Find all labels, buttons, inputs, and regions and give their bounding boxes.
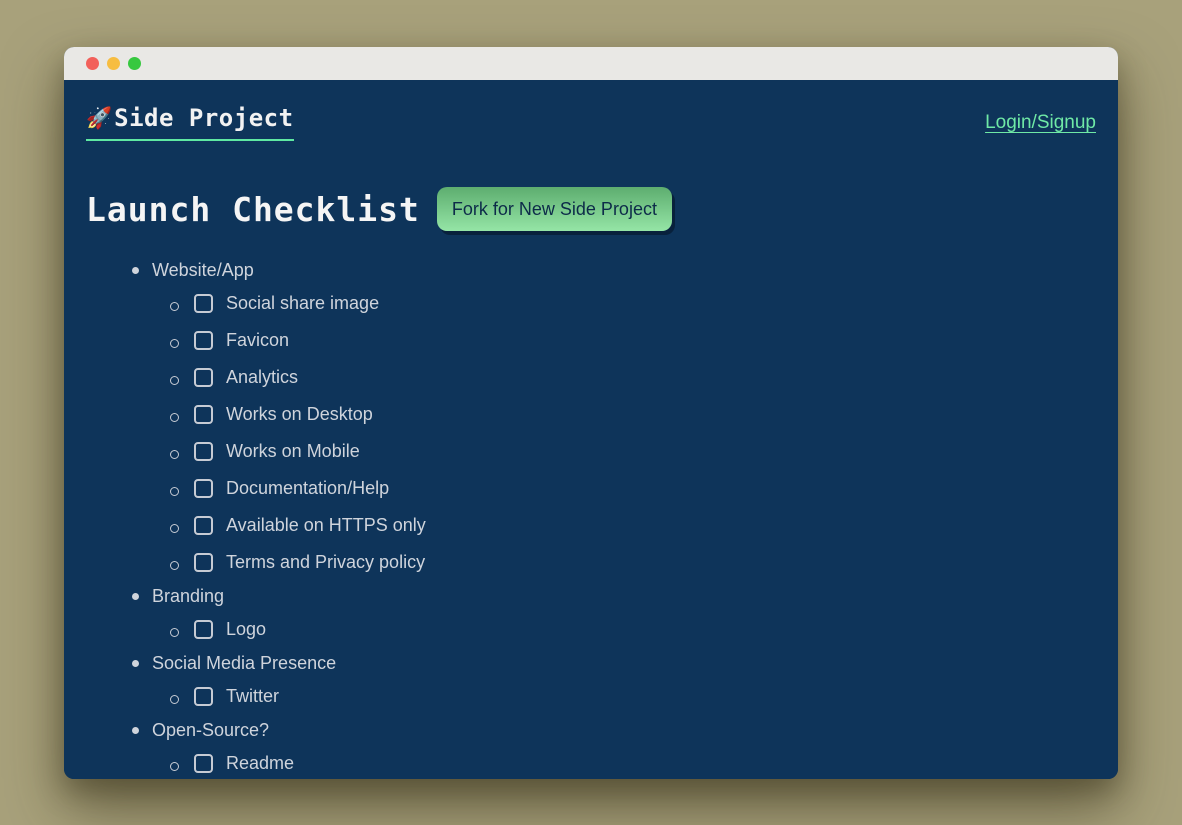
item-checkbox[interactable] (194, 479, 213, 498)
item-checkbox[interactable] (194, 754, 213, 773)
item-checkbox[interactable] (194, 368, 213, 387)
checklist-item-row: Works on Desktop (170, 396, 1096, 433)
checklist-item-row: Analytics (170, 359, 1096, 396)
traffic-lights (86, 57, 141, 70)
fork-project-button[interactable]: Fork for New Side Project (436, 187, 672, 231)
item-label: Twitter (226, 686, 280, 706)
site-logo-text: Side Project (114, 104, 294, 132)
item-checkbox[interactable] (194, 442, 213, 461)
section-label: Open-Source? (152, 719, 270, 740)
item-label: Social share image (226, 293, 380, 313)
page-title: Launch Checklist (86, 189, 420, 229)
checklist-section-row: Website/App (132, 255, 1096, 285)
checklist: Website/App Social share image Favicon Anal… (86, 255, 1096, 779)
section-label: Branding (152, 585, 225, 606)
window-titlebar[interactable] (64, 47, 1118, 80)
checklist-item-row: Readme (170, 745, 1096, 779)
item-label: Documentation/Help (226, 478, 390, 498)
item-checkbox[interactable] (194, 331, 213, 350)
circle-bullet-icon (170, 338, 179, 348)
circle-bullet-icon (170, 694, 179, 704)
page-content: 🚀 Side Project Login/Signup Launch Check… (64, 80, 1118, 779)
circle-bullet-icon (170, 523, 179, 533)
circle-bullet-icon (170, 560, 179, 570)
item-checkbox[interactable] (194, 294, 213, 313)
login-signup-link[interactable]: Login/Signup (985, 112, 1096, 134)
checklist-item-row: Terms and Privacy policy (170, 544, 1096, 581)
circle-bullet-icon (170, 627, 179, 637)
item-label: Analytics (226, 367, 299, 387)
zoom-window-button[interactable] (128, 57, 141, 70)
item-label: Favicon (226, 330, 290, 350)
circle-bullet-icon (170, 486, 179, 496)
minimize-window-button[interactable] (107, 57, 120, 70)
browser-window: 🚀 Side Project Login/Signup Launch Check… (64, 47, 1118, 779)
section-label: Social Media Presence (152, 652, 337, 673)
item-checkbox[interactable] (194, 405, 213, 424)
item-label: Works on Mobile (226, 441, 360, 461)
checklist-item-row: Twitter (170, 678, 1096, 715)
site-logo-link[interactable]: 🚀 Side Project (86, 104, 294, 141)
checklist-item-row: Logo (170, 611, 1096, 648)
rocket-icon: 🚀 (86, 106, 113, 130)
section-label: Website/App (152, 259, 254, 280)
item-label: Logo (226, 619, 267, 639)
title-row: Launch Checklist Fork for New Side Proje… (86, 187, 1096, 231)
item-label: Terms and Privacy policy (226, 552, 426, 572)
item-checkbox[interactable] (194, 553, 213, 572)
checklist-section-row: Branding (132, 581, 1096, 611)
circle-bullet-icon (170, 449, 179, 459)
checklist-section-row: Open-Source? (132, 715, 1096, 745)
disc-bullet-icon (132, 266, 139, 274)
item-label: Readme (226, 753, 295, 773)
site-header: 🚀 Side Project Login/Signup (86, 104, 1096, 141)
checklist-item-row: Available on HTTPS only (170, 507, 1096, 544)
disc-bullet-icon (132, 726, 139, 734)
disc-bullet-icon (132, 592, 139, 600)
checklist-item-row: Favicon (170, 322, 1096, 359)
checklist-section-row: Social Media Presence (132, 648, 1096, 678)
item-checkbox[interactable] (194, 516, 213, 535)
circle-bullet-icon (170, 412, 179, 422)
item-label: Available on HTTPS only (226, 515, 426, 535)
item-checkbox[interactable] (194, 687, 213, 706)
checklist-item-row: Works on Mobile (170, 433, 1096, 470)
circle-bullet-icon (170, 761, 179, 771)
checklist-item-row: Documentation/Help (170, 470, 1096, 507)
checklist-item-row: Social share image (170, 285, 1096, 322)
item-label: Works on Desktop (226, 404, 373, 424)
close-window-button[interactable] (86, 57, 99, 70)
circle-bullet-icon (170, 301, 179, 311)
item-checkbox[interactable] (194, 620, 213, 639)
disc-bullet-icon (132, 659, 139, 667)
circle-bullet-icon (170, 375, 179, 385)
